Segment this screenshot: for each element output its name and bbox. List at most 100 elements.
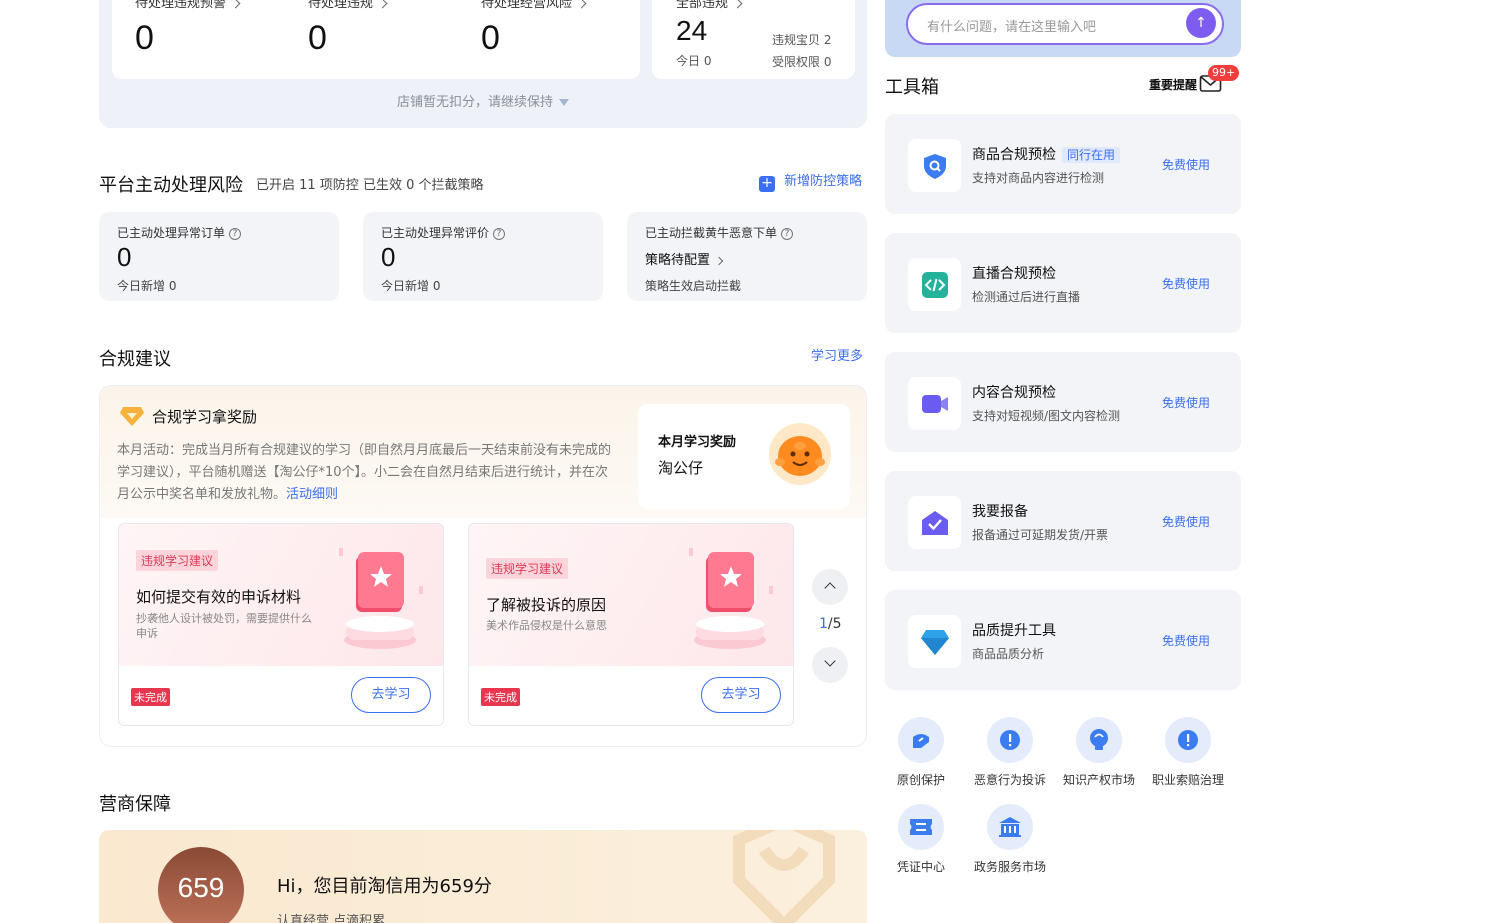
help-icon[interactable]: ? [229, 228, 242, 240]
pending-violation-link[interactable]: 待处理违规 [308, 0, 388, 11]
help-icon[interactable]: ? [493, 228, 506, 240]
chevron-down-icon [824, 655, 836, 667]
tool-card-live-check[interactable]: 直播合规预检 检测通过后进行直播 免费使用 [885, 233, 1241, 333]
study-title: 如何提交有效的申诉材料 [136, 588, 302, 606]
quick-link-ip-market[interactable]: 知识产权市场 [1054, 717, 1144, 788]
quick-link-malicious-complaint[interactable]: 恶意行为投诉 [965, 717, 1055, 788]
tool-card-quality[interactable]: 品质提升工具 商品品质分析 免费使用 [885, 590, 1241, 690]
bulb-icon [1090, 729, 1108, 750]
violating-items: 违规宝贝 2 [772, 33, 832, 47]
free-use-link[interactable]: 免费使用 [1162, 275, 1210, 292]
free-use-link[interactable]: 免费使用 [1162, 513, 1210, 530]
tool-desc: 检测通过后进行直播 [972, 290, 1081, 304]
video-camera-icon [922, 395, 948, 413]
plus-icon: + [759, 176, 775, 192]
abnormal-reviews-label: 已主动处理异常评价 [381, 226, 490, 240]
diamond-icon [120, 407, 144, 426]
go-study-button[interactable]: 去学习 [701, 677, 781, 713]
credit-score-card: 659 Hi，您目前淘信用为659分 认真经营 点滴积累 [99, 830, 867, 923]
tool-name: 商品合规预检 [972, 147, 1056, 163]
pending-warning-link[interactable]: 待处理违规预警 [135, 0, 241, 11]
no-penalty-toggle[interactable]: 店铺暂无扣分，请继续保持 [99, 91, 867, 110]
tool-name: 直播合规预检 [972, 266, 1056, 282]
monthly-reward-prize: 淘公仔 [658, 459, 704, 477]
risk-section-title: 平台主动处理风险 [99, 175, 243, 196]
mail-check-icon [922, 511, 948, 535]
tool-name: 内容合规预检 [972, 385, 1056, 401]
pager-down-button[interactable] [812, 647, 848, 683]
assistant-input-placeholder: 有什么问题，请在这里输入吧 [927, 20, 1097, 35]
peer-using-tag: 同行在用 [1062, 147, 1121, 163]
pager-indicator: 1/5 [819, 616, 842, 632]
strategy-effect-text: 策略生效启动拦截 [645, 279, 742, 293]
pending-risk-link[interactable]: 待处理经营风险 [481, 0, 587, 11]
pager-up-button[interactable] [812, 569, 848, 605]
free-use-link[interactable]: 免费使用 [1162, 156, 1210, 173]
credit-greeting: Hi，您目前淘信用为659分 [277, 876, 492, 897]
abnormal-orders-label: 已主动处理异常订单 [117, 226, 226, 240]
alert-icon [1000, 730, 1020, 750]
assistant-input[interactable]: 有什么问题，请在这里输入吧 [906, 3, 1224, 45]
monthly-reward-label: 本月学习奖励 [658, 435, 737, 450]
reward-title: 合规学习拿奖励 [152, 408, 258, 426]
quick-link-claim-governance[interactable]: 职业索赔治理 [1143, 717, 1233, 788]
study-card[interactable]: 违规学习建议 了解被投诉的原因 美术作品侵权是什么意思 未完成 去学习 [468, 523, 794, 726]
book-illustration-icon [339, 548, 423, 649]
all-violations-card[interactable]: 全部违规 24 今日 0 违规宝贝 2 受限权限 0 [652, 0, 855, 79]
toolbox-title: 工具箱 [885, 77, 939, 98]
incomplete-badge: 未完成 [131, 688, 170, 706]
add-strategy-button[interactable]: + 新增防控策略 [759, 170, 862, 192]
free-use-link[interactable]: 免费使用 [1162, 394, 1210, 411]
abnormal-reviews-card: 已主动处理异常评价? 0 今日新增 0 [363, 212, 603, 301]
incomplete-badge: 未完成 [481, 688, 520, 706]
abnormal-reviews-count: 0 [381, 242, 396, 272]
shield-search-icon [924, 154, 946, 179]
credit-score-badge: 659 [158, 847, 244, 923]
quick-link-government-services[interactable]: 政务服务市场 [965, 804, 1055, 875]
diamond-icon [921, 630, 949, 655]
notification-badge: 99+ [1208, 65, 1240, 81]
arrow-up-icon: ↑ [1195, 15, 1207, 31]
alert-icon [1178, 730, 1198, 750]
risk-section-subtitle: 已开启 11 项防控 已生效 0 个拦截策略 [256, 178, 484, 193]
all-violations-link[interactable]: 全部违规 [676, 0, 743, 11]
code-icon [922, 272, 948, 298]
study-title: 了解被投诉的原因 [486, 596, 607, 614]
shield-watermark-icon [733, 830, 835, 923]
guarantee-title: 营商保障 [99, 794, 171, 815]
study-desc: 抄袭他人设计被处罚，需要提供什么申诉 [136, 612, 312, 640]
send-button[interactable]: ↑ [1186, 8, 1216, 38]
compliance-title: 合规建议 [99, 349, 171, 370]
monthly-reward-box: 本月学习奖励 淘公仔 [638, 404, 850, 509]
study-card[interactable]: 违规学习建议 如何提交有效的申诉材料 抄袭他人设计被处罚，需要提供什么申诉 未完… [118, 523, 444, 726]
tool-card-content-check[interactable]: 内容合规预检 支持对短视频/图文内容检测 免费使用 [885, 352, 1241, 452]
tool-card-product-check[interactable]: 商品合规预检 同行在用 支持对商品内容进行检测 免费使用 [885, 114, 1241, 214]
violation-tag: 违规学习建议 [136, 550, 219, 571]
scalper-intercept-card: 已主动拦截黄牛恶意下单? 策略待配置 策略生效启动拦截 [627, 212, 867, 301]
activity-rules-link[interactable]: 活动细则 [286, 487, 338, 502]
abnormal-orders-today: 今日新增 0 [117, 279, 177, 293]
tool-card-report[interactable]: 我要报备 报备通过可延期发货/开票 免费使用 [885, 471, 1241, 571]
help-icon[interactable]: ? [781, 228, 794, 240]
credit-subtitle: 认真经营 点滴积累 [277, 914, 386, 923]
learn-more-link[interactable]: 学习更多 [811, 345, 863, 364]
compliance-panel: 合规学习拿奖励 本月活动：完成当月所有合规建议的学习（即自然月月底最后一天结束前… [99, 385, 867, 747]
abnormal-orders-card: 已主动处理异常订单? 0 今日新增 0 [99, 212, 339, 301]
tool-name: 品质提升工具 [972, 623, 1056, 639]
violation-tag: 违规学习建议 [486, 558, 569, 579]
chevron-up-icon [824, 582, 836, 594]
restricted-rights: 受限权限 0 [772, 55, 832, 69]
tool-desc: 商品品质分析 [972, 647, 1045, 661]
taobao-mascot-image [769, 423, 831, 485]
original-protect-icon [913, 734, 929, 748]
quick-link-voucher-center[interactable]: 凭证中心 [876, 804, 966, 875]
today-violations: 今日 0 [676, 54, 712, 68]
go-study-button[interactable]: 去学习 [351, 677, 431, 713]
strategy-config-link[interactable]: 策略待配置 [645, 249, 724, 268]
free-use-link[interactable]: 免费使用 [1162, 632, 1210, 649]
important-reminder-link[interactable]: 重要提醒 [1149, 76, 1197, 93]
quick-link-original-protect[interactable]: 原创保护 [876, 717, 966, 788]
caret-down-icon [559, 99, 569, 106]
scalper-intercept-label: 已主动拦截黄牛恶意下单 [645, 226, 778, 240]
tool-desc: 支持对商品内容进行检测 [972, 171, 1105, 185]
